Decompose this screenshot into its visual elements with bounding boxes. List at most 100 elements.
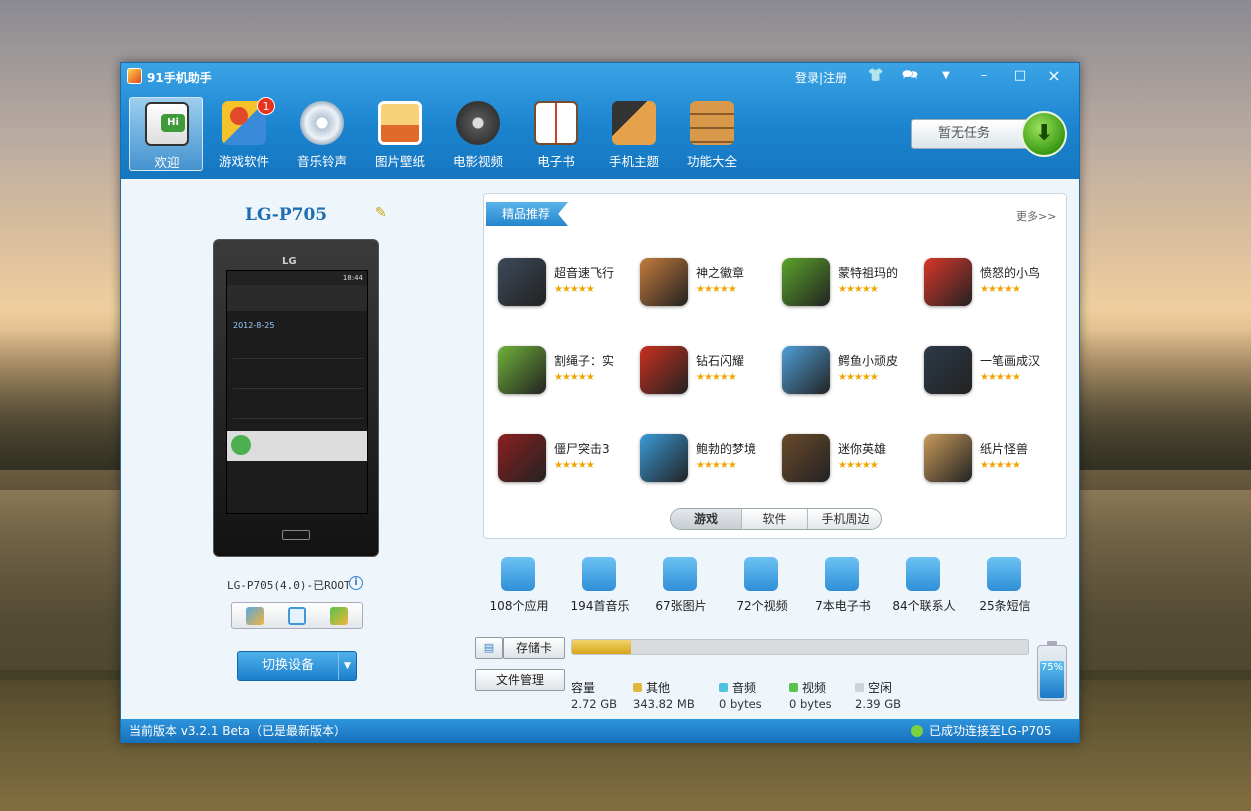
screen-date: 2012-8-25 <box>233 321 275 330</box>
app-icon <box>640 346 688 394</box>
screen-notification <box>233 337 363 359</box>
app-tile[interactable]: 鳄鱼小顽皮 ★★★★★ <box>782 346 922 402</box>
status-bar: 当前版本 v3.2.1 Beta（已是最新版本） 已成功连接至LG-P705 <box>121 719 1079 743</box>
app-rating: ★★★★★ <box>554 460 595 471</box>
app-icon <box>782 258 830 306</box>
app-tile[interactable]: 割绳子：实 ★★★★★ <box>498 346 638 402</box>
clapper-icon <box>744 557 778 591</box>
nav-ebook[interactable]: 电子书 <box>519 97 593 171</box>
more-link[interactable]: 更多>> <box>1016 208 1056 224</box>
screen-notification <box>233 367 363 389</box>
app-tile[interactable]: 迷你英雄 ★★★★★ <box>782 434 922 490</box>
app-tile[interactable]: 蒙特祖玛的 ★★★★★ <box>782 258 922 314</box>
app-name: 蒙特祖玛的 <box>838 266 899 280</box>
chevron-down-icon[interactable]: ▼ <box>338 652 356 680</box>
stat-item[interactable]: 25条短信 <box>965 557 1045 617</box>
app-tile[interactable]: 超音速飞行 ★★★★★ <box>498 258 638 314</box>
tab-software[interactable]: 软件 <box>741 509 807 529</box>
nav-welcome[interactable]: Hi 欢迎 <box>129 97 203 171</box>
stat-item[interactable]: 67张图片 <box>641 557 721 617</box>
app-name: 鲍勃的梦境 <box>696 442 757 456</box>
app-icon <box>924 346 972 394</box>
app-icon <box>924 434 972 482</box>
stat-item[interactable]: 194首音乐 <box>560 557 640 617</box>
app-tile[interactable]: 僵尸突击3 ★★★★★ <box>498 434 638 490</box>
app-icon <box>924 258 972 306</box>
app-tile[interactable]: 鲍勃的梦境 ★★★★★ <box>640 434 780 490</box>
legend-name: 空闲 <box>868 681 893 695</box>
legend-item: 容量 2.72 GB <box>571 679 617 711</box>
stat-item[interactable]: 7本电子书 <box>803 557 883 617</box>
phone-preview: LG 18:44 2012-8-25 <box>213 239 379 557</box>
dropdown-icon[interactable]: ▼ <box>935 67 957 85</box>
shirt-icon[interactable]: 👕 <box>865 67 887 85</box>
sd-card-icon[interactable]: ▤ <box>475 637 503 659</box>
app-rating: ★★★★★ <box>696 460 737 471</box>
cabinet-icon <box>690 101 734 145</box>
app-tile[interactable]: 钻石闪耀 ★★★★★ <box>640 346 780 402</box>
nav-themes[interactable]: 手机主题 <box>597 97 671 171</box>
book-icon <box>534 101 578 145</box>
nav-badge: 1 <box>257 97 275 115</box>
screen-banner <box>227 431 367 461</box>
file-manager-button[interactable]: 文件管理 <box>475 669 565 691</box>
app-rating: ★★★★★ <box>554 284 595 295</box>
battery-percent: 75% <box>1040 662 1064 673</box>
nav-music[interactable]: 音乐铃声 <box>285 97 359 171</box>
app-rating: ★★★★★ <box>838 372 879 383</box>
app-name: 割绳子：实 <box>554 354 615 368</box>
register-link[interactable]: 注册 <box>823 71 847 85</box>
phone-hi-icon: Hi <box>145 102 189 146</box>
app-tile[interactable]: 一笔画成汉 ★★★★★ <box>924 346 1064 402</box>
nav-label: 音乐铃声 <box>296 154 347 169</box>
legend-name: 容量 <box>571 681 596 695</box>
refresh-icon[interactable] <box>330 607 348 625</box>
app-tile[interactable]: 纸片怪兽 ★★★★★ <box>924 434 1064 490</box>
app-name: 迷你英雄 <box>838 442 887 456</box>
switch-device-label: 切换设备 <box>262 658 315 673</box>
photo-icon <box>663 557 697 591</box>
close-button[interactable]: × <box>1043 67 1065 85</box>
version-text: 当前版本 v3.2.1 Beta（已是最新版本） <box>129 724 346 738</box>
maximize-button[interactable]: □ <box>1009 67 1031 85</box>
screen-statusbar: 18:44 <box>227 271 367 285</box>
app-rating: ★★★★★ <box>980 284 1021 295</box>
minimize-button[interactable]: – <box>973 67 995 85</box>
download-tasks-button[interactable]: ⬇ <box>1021 111 1067 157</box>
nav-functions[interactable]: 功能大全 <box>675 97 749 171</box>
screen-notification <box>233 397 363 419</box>
storage-used-fill <box>572 640 632 654</box>
info-icon[interactable]: i <box>349 576 363 590</box>
login-link[interactable]: 登录 <box>795 71 819 85</box>
edit-icon[interactable]: ✎ <box>375 205 391 221</box>
app-tile[interactable]: 愤怒的小鸟 ★★★★★ <box>924 258 1064 314</box>
app-name: 愤怒的小鸟 <box>980 266 1041 280</box>
app-name: 僵尸突击3 <box>554 442 610 456</box>
stat-label: 25条短信 <box>979 599 1031 613</box>
legend-item: 其他 343.82 MB <box>633 679 695 711</box>
tab-accessories[interactable]: 手机周边 <box>807 509 881 529</box>
task-status[interactable]: 暂无任务 <box>911 119 1031 149</box>
storage-panel: ▤ 存储卡 文件管理 容量 2.72 GB 其他 343.82 MB 音频 0 bytes… <box>475 637 1075 717</box>
nav-video[interactable]: 电影视频 <box>441 97 515 171</box>
fullscreen-icon[interactable] <box>288 607 306 625</box>
nav-games-software[interactable]: 1 游戏软件 <box>207 97 281 171</box>
screen-toggles <box>227 285 367 311</box>
app-tile[interactable]: 神之徽章 ★★★★★ <box>640 258 780 314</box>
phone-brand: LG <box>282 256 297 267</box>
stat-item[interactable]: 84个联系人 <box>884 557 964 617</box>
storage-card-button[interactable]: 存储卡 <box>503 637 565 659</box>
legend-name: 其他 <box>646 681 671 695</box>
stat-item[interactable]: 108个应用 <box>479 557 559 617</box>
stat-item[interactable]: 72个视频 <box>722 557 802 617</box>
switch-device-button[interactable]: 切换设备 ▼ <box>237 651 357 681</box>
battery-indicator: 75% <box>1037 641 1067 701</box>
app-icon <box>782 434 830 482</box>
app-name: 神之徽章 <box>696 266 745 280</box>
chat-icon[interactable]: 🗪 <box>899 67 921 85</box>
connection-status: 已成功连接至LG-P705 <box>911 719 1051 743</box>
screenshot-icon[interactable] <box>246 607 264 625</box>
nav-pictures[interactable]: 图片壁纸 <box>363 97 437 171</box>
recommend-panel: 精品推荐 更多>> 超音速飞行 ★★★★★ 神之徽章 ★★★★★ 蒙特祖玛的 ★★★★★ 愤… <box>483 193 1067 539</box>
tab-games[interactable]: 游戏 <box>671 509 741 529</box>
